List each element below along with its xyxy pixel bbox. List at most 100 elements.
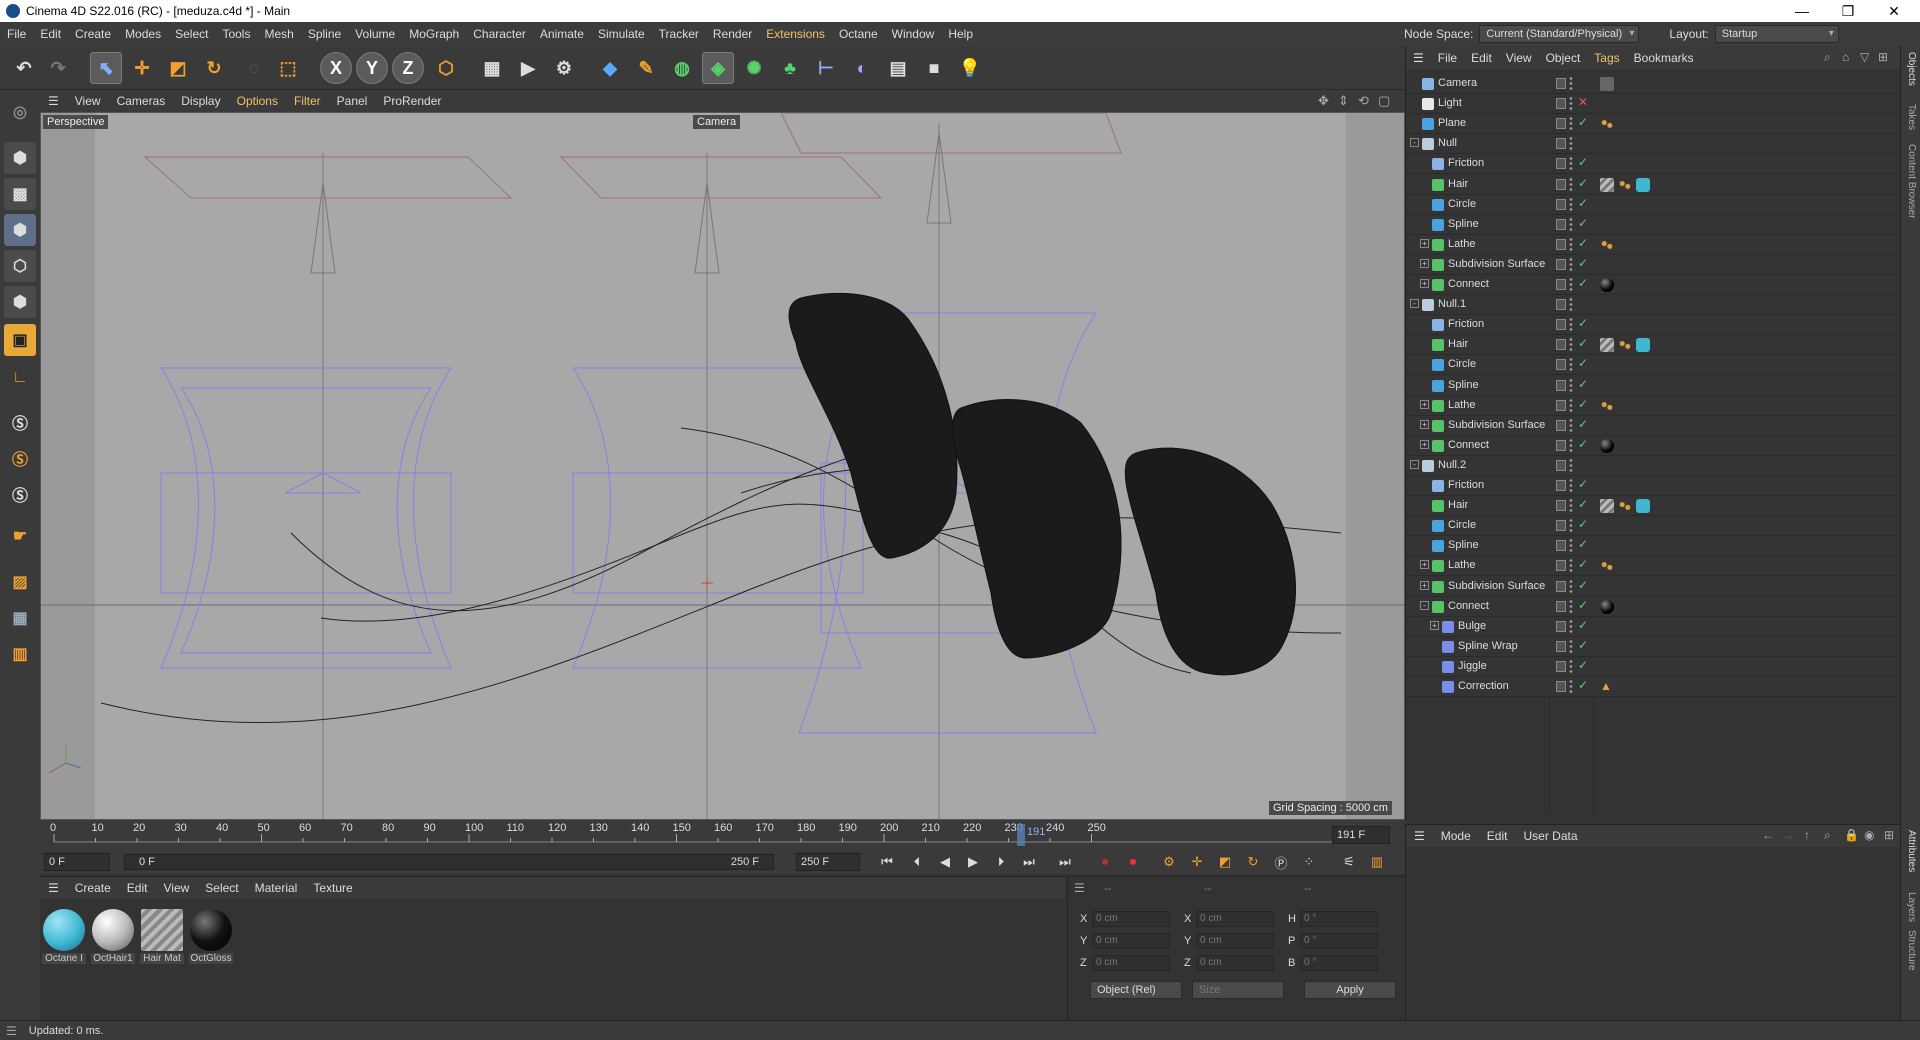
visibility-dots-icon[interactable] bbox=[1569, 337, 1573, 352]
axis-z-icon[interactable]: Z bbox=[392, 52, 424, 84]
phong-tag-icon[interactable] bbox=[1600, 398, 1614, 413]
layer-icon[interactable] bbox=[1556, 560, 1566, 572]
visibility-dots-icon[interactable] bbox=[1569, 538, 1573, 553]
keyframe-selection-icon[interactable]: ⚙ bbox=[1158, 852, 1180, 872]
layer-icon[interactable] bbox=[1556, 279, 1566, 290]
visibility-dots-icon[interactable] bbox=[1569, 457, 1573, 472]
render-view-icon[interactable]: ▶ bbox=[512, 52, 544, 84]
back-arrow-icon[interactable]: ← bbox=[1762, 828, 1774, 842]
expand-icon[interactable]: + bbox=[1420, 419, 1429, 429]
enabled-check-icon[interactable]: ✓ bbox=[1578, 316, 1588, 330]
layer-icon[interactable] bbox=[1556, 379, 1566, 391]
axis-y-icon[interactable]: Y bbox=[356, 52, 388, 84]
layer-icon[interactable] bbox=[1556, 520, 1566, 532]
current-frame-field[interactable]: 191 F bbox=[1332, 826, 1390, 844]
layer-icon[interactable] bbox=[1556, 439, 1566, 451]
object-name[interactable]: Circle bbox=[1448, 198, 1476, 210]
layer-icon[interactable] bbox=[1556, 339, 1566, 351]
object-name[interactable]: Hair bbox=[1448, 499, 1468, 511]
menu-octane[interactable]: Octane bbox=[832, 22, 885, 46]
object-row[interactable]: + Subdivision Surface ✓ bbox=[1406, 415, 1896, 436]
material-swatch[interactable]: OctGloss bbox=[189, 909, 233, 964]
object-row[interactable]: - Connect ✓ bbox=[1406, 596, 1896, 617]
visibility-dots-icon[interactable] bbox=[1569, 176, 1573, 191]
layer-icon[interactable] bbox=[1556, 319, 1566, 331]
rotate-icon[interactable]: ↻ bbox=[198, 52, 230, 84]
enabled-check-icon[interactable]: ✓ bbox=[1578, 377, 1588, 391]
black-tag-icon[interactable] bbox=[1600, 599, 1614, 614]
object-name[interactable]: Subdivision Surface bbox=[1448, 419, 1545, 431]
size-y-field[interactable]: 0 cm bbox=[1196, 933, 1274, 949]
timeline-ruler[interactable]: 0 10 20 30 40 50 60 70 80 90 100 110 120 130 140 150 160… bbox=[40, 820, 1405, 850]
collapse-icon[interactable]: - bbox=[1410, 459, 1419, 469]
mograph-icon[interactable]: ♣ bbox=[774, 52, 806, 84]
visibility-dots-icon[interactable] bbox=[1569, 518, 1573, 533]
size-x-field[interactable]: 0 cm bbox=[1196, 911, 1274, 927]
polygons-mode-icon[interactable]: ⬢ bbox=[4, 286, 36, 318]
visibility-dots-icon[interactable] bbox=[1569, 116, 1573, 131]
layer-icon[interactable] bbox=[1556, 98, 1566, 110]
tab-content-browser[interactable]: Content Browser bbox=[1906, 144, 1917, 218]
layer-icon[interactable] bbox=[1556, 681, 1566, 692]
visibility-dots-icon[interactable] bbox=[1569, 437, 1573, 452]
apply-button[interactable]: Apply bbox=[1304, 981, 1396, 999]
home-icon[interactable]: ⌂ bbox=[1842, 50, 1849, 64]
object-row[interactable]: + Connect ✓ bbox=[1406, 435, 1896, 456]
prev-frame-icon[interactable]: ◀ bbox=[934, 852, 956, 872]
enabled-check-icon[interactable]: ✓ bbox=[1578, 678, 1588, 692]
locked-workplane-icon[interactable]: ▥ bbox=[4, 638, 36, 670]
enabled-check-icon[interactable]: ✓ bbox=[1578, 618, 1588, 632]
layer-icon[interactable] bbox=[1556, 158, 1566, 170]
expand-icon[interactable]: + bbox=[1430, 620, 1439, 630]
viewport-menu-display[interactable]: Display bbox=[173, 94, 228, 108]
collapse-icon[interactable]: - bbox=[1420, 600, 1429, 610]
timeline-window-icon[interactable]: ▥ bbox=[1366, 852, 1388, 872]
filter-icon[interactable]: ▽ bbox=[1860, 50, 1869, 64]
next-key-icon[interactable]: ⏭ bbox=[1018, 852, 1040, 872]
layer-icon[interactable] bbox=[1556, 118, 1566, 130]
visibility-dots-icon[interactable] bbox=[1569, 196, 1573, 211]
menu-volume[interactable]: Volume bbox=[348, 22, 402, 46]
object-row[interactable]: Jiggle ✓ bbox=[1406, 656, 1896, 677]
layer-icon[interactable] bbox=[1556, 218, 1566, 230]
menu-modes[interactable]: Modes bbox=[118, 22, 168, 46]
visibility-dots-icon[interactable] bbox=[1569, 377, 1573, 392]
octane-tag-icon[interactable] bbox=[1636, 499, 1650, 514]
object-row[interactable]: Friction ✓ bbox=[1406, 476, 1896, 496]
menu-animate[interactable]: Animate bbox=[533, 22, 591, 46]
enabled-check-icon[interactable]: ✓ bbox=[1578, 397, 1588, 411]
object-row[interactable]: Circle ✓ bbox=[1406, 516, 1896, 537]
viewport-menu-cameras[interactable]: Cameras bbox=[109, 94, 174, 108]
enabled-check-icon[interactable]: ✓ bbox=[1578, 437, 1588, 451]
layer-icon[interactable] bbox=[1556, 660, 1566, 672]
object-row[interactable]: Friction ✓ bbox=[1406, 315, 1896, 336]
visibility-dots-icon[interactable] bbox=[1569, 638, 1573, 653]
viewport-zoom-icon[interactable]: ⇕ bbox=[1338, 93, 1349, 109]
object-row[interactable]: + Bulge ✓ bbox=[1406, 616, 1896, 637]
octane-tag-icon[interactable] bbox=[1636, 338, 1650, 353]
pen-spline-icon[interactable]: ✎ bbox=[630, 52, 662, 84]
layer-icon[interactable] bbox=[1556, 399, 1566, 411]
menu-spline[interactable]: Spline bbox=[301, 22, 348, 46]
object-row[interactable]: + Subdivision Surface ✓ bbox=[1406, 576, 1896, 597]
camera-tag-tag-icon[interactable] bbox=[1600, 77, 1614, 91]
object-name[interactable]: Null.2 bbox=[1438, 459, 1466, 471]
deformer-icon[interactable]: ⊢ bbox=[810, 52, 842, 84]
key-rotation-icon[interactable]: ↻ bbox=[1242, 852, 1264, 872]
layer-icon[interactable] bbox=[1556, 299, 1566, 311]
enabled-check-icon[interactable]: ✓ bbox=[1578, 236, 1588, 250]
expand-icon[interactable]: + bbox=[1420, 439, 1429, 449]
preview-range-slider[interactable]: 0 F 250 F bbox=[124, 854, 774, 870]
scale-icon[interactable]: ◩ bbox=[162, 52, 194, 84]
tab-structure[interactable]: Structure bbox=[1906, 930, 1917, 971]
points-mode-icon[interactable]: ⬢ bbox=[4, 214, 36, 246]
viewport-menu-prorender[interactable]: ProRender bbox=[375, 94, 449, 108]
enabled-check-icon[interactable]: ✓ bbox=[1578, 497, 1588, 511]
render-settings-icon[interactable]: ⚙ bbox=[548, 52, 580, 84]
phong-tag-icon[interactable] bbox=[1600, 117, 1614, 132]
black-tag-icon[interactable] bbox=[1600, 278, 1614, 292]
subdivision-icon[interactable]: ◍ bbox=[666, 52, 698, 84]
layer-icon[interactable] bbox=[1556, 138, 1566, 150]
goto-start-icon[interactable]: ⏮ bbox=[876, 852, 898, 872]
viewport-menu-panel[interactable]: Panel bbox=[329, 94, 376, 108]
